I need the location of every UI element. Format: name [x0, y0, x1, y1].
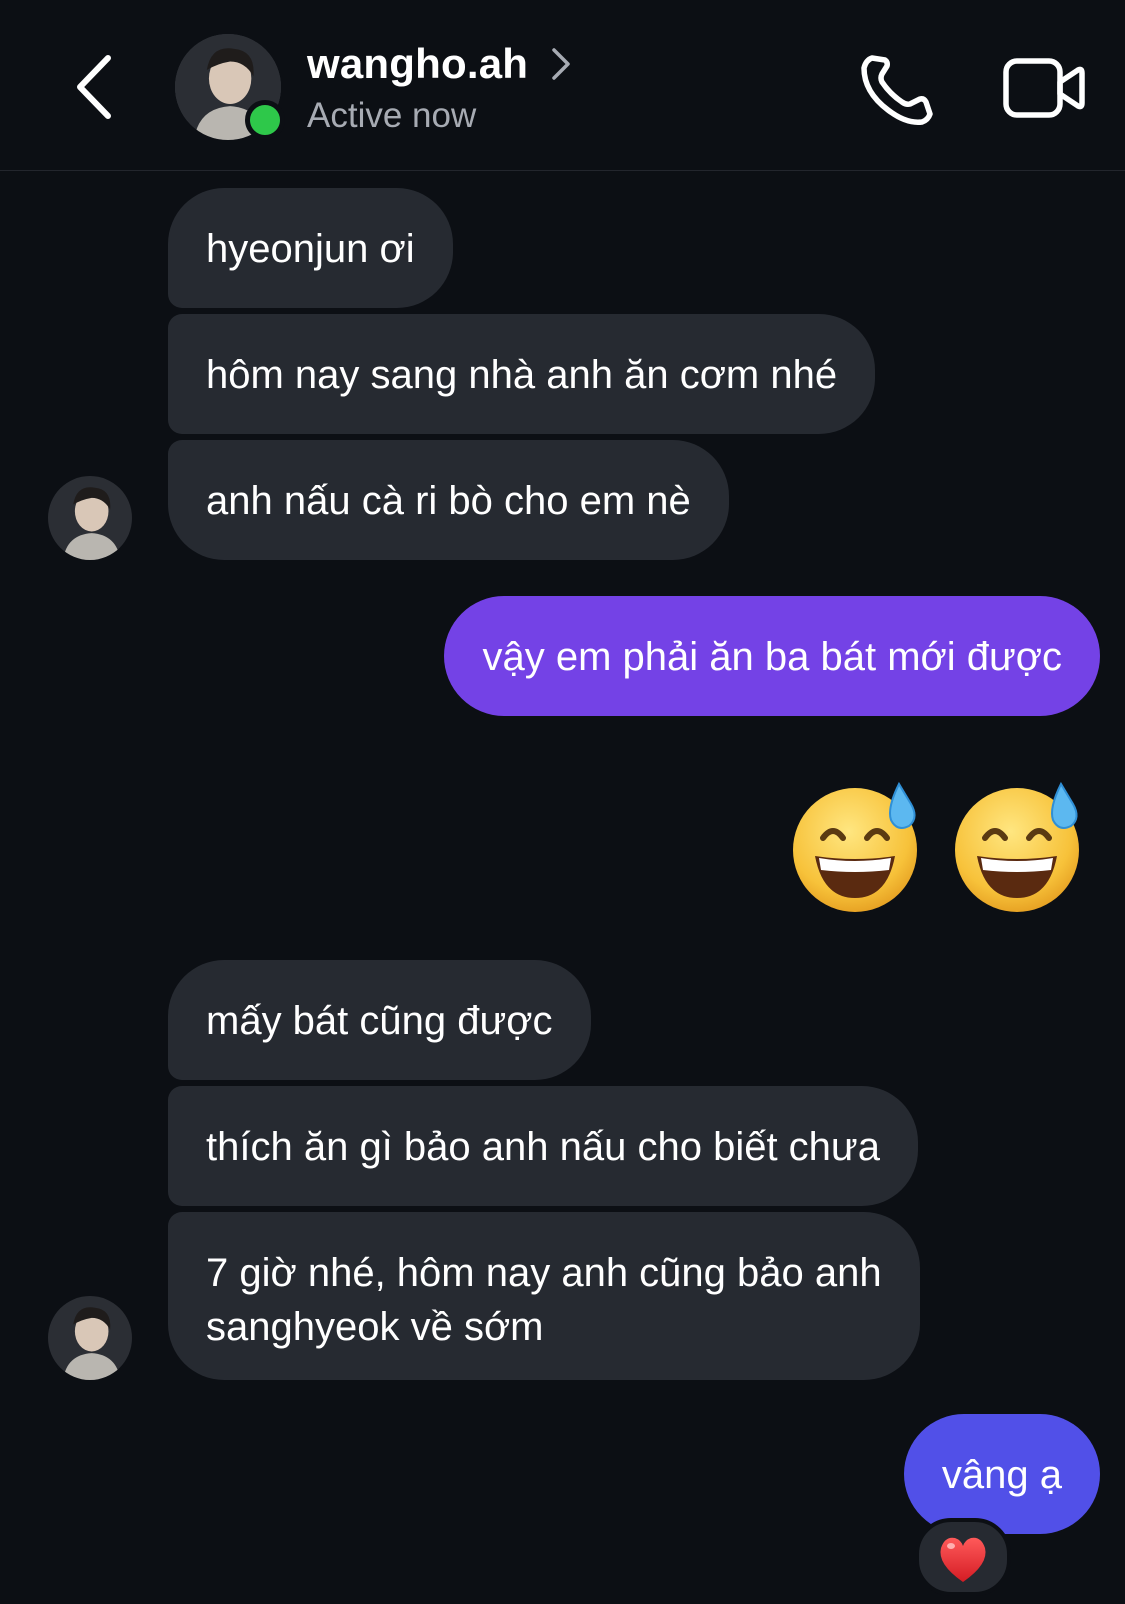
chat-header: wangho.ah Active now [0, 0, 1125, 171]
video-call-button[interactable] [1002, 56, 1086, 122]
incoming-message[interactable]: hôm nay sang nhà anh ăn cơm nhé [168, 314, 876, 434]
incoming-message[interactable]: mấy bát cũng được [168, 960, 591, 1080]
contact-name[interactable]: wangho.ah [307, 40, 528, 88]
chevron-left-icon [77, 55, 111, 119]
heart-icon [940, 1537, 986, 1582]
contact-avatar-small[interactable] [48, 1296, 132, 1380]
contact-avatar-small[interactable] [48, 476, 132, 560]
outgoing-message[interactable]: vâng ạ [903, 1414, 1100, 1534]
contact-avatar[interactable] [175, 34, 285, 140]
phone-icon [861, 55, 933, 125]
grinning-face-with-sweat-icon[interactable] [949, 778, 1089, 918]
chevron-right-icon[interactable] [548, 46, 574, 82]
audio-call-button[interactable] [858, 52, 934, 128]
video-camera-icon [1003, 58, 1085, 118]
contact-status: Active now [307, 96, 477, 135]
online-status-indicator [245, 100, 285, 140]
outgoing-message[interactable]: vậy em phải ăn ba bát mới được [444, 596, 1100, 716]
incoming-message[interactable]: anh nấu cà ri bò cho em nè [168, 440, 729, 560]
grinning-face-with-sweat-icon[interactable] [787, 778, 927, 918]
incoming-message[interactable]: hyeonjun ơi [168, 188, 453, 308]
back-button[interactable] [68, 52, 124, 122]
incoming-message[interactable]: thích ăn gì bảo anh nấu cho biết chưa [168, 1086, 918, 1206]
message-line: sanghyeok về sớm [206, 1305, 544, 1349]
message-reaction[interactable] [915, 1518, 1011, 1596]
message-line: 7 giờ nhé, hôm nay anh cũng bảo anh [206, 1251, 882, 1295]
incoming-message[interactable]: 7 giờ nhé, hôm nay anh cũng bảo anh sang… [168, 1212, 920, 1380]
